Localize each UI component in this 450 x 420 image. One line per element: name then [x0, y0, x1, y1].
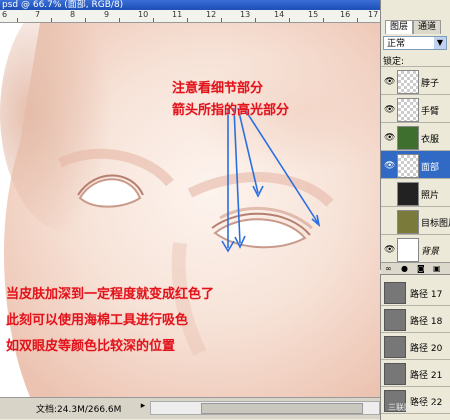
paths-panel: 路径 17 路径 18 路径 20 路径 21 路径 22 — [380, 274, 450, 420]
eye-icon[interactable]: 👁 — [384, 245, 395, 255]
ruler-number: 10 — [138, 10, 149, 19]
layer-row[interactable]: 目标图片 — [381, 206, 450, 235]
layers-panel: 图层 通道 正常 ▼ 锁定: 👁 脖子 👁 手臂 👁 衣服 👁 面部 照片 目标… — [380, 0, 450, 275]
tab-channels[interactable]: 通道 — [413, 20, 441, 34]
blend-mode-select[interactable]: 正常 ▼ — [383, 36, 447, 50]
eye-icon[interactable]: 👁 — [384, 77, 395, 87]
layer-name: 照片 — [421, 191, 440, 201]
ruler-number: 6 — [2, 10, 8, 19]
layer-name: 目标图片 — [421, 219, 450, 229]
layer-row-active[interactable]: 👁 面部 — [381, 150, 450, 179]
status-bar: 文档:24.3M/266.6M ▸ — [0, 397, 380, 419]
mask-icon[interactable]: ◙ — [417, 264, 425, 273]
tab-layers[interactable]: 图层 — [385, 20, 413, 34]
status-menu-arrow-icon[interactable]: ▸ — [138, 401, 148, 413]
image-canvas[interactable]: 注意看细节部分 箭头所指的高光部分 当皮肤加深到一定程度就变成红色了 此刻可以使… — [0, 23, 380, 397]
layer-row[interactable]: 👁 衣服 — [381, 122, 450, 151]
path-name: 路径 18 — [410, 317, 443, 327]
document-size-readout: 文档:24.3M/266.6M — [36, 405, 122, 415]
annotation-bottom-line1: 当皮肤加深到一定程度就变成红色了 — [6, 287, 215, 302]
path-name: 路径 20 — [410, 344, 443, 354]
path-row[interactable]: 路径 17 — [381, 279, 450, 306]
path-name: 路径 21 — [410, 371, 443, 381]
ruler-number: 8 — [70, 10, 76, 19]
layer-thumbnail — [397, 70, 419, 94]
layer-row[interactable]: 👁 背景 — [381, 234, 450, 263]
path-row[interactable]: 路径 21 — [381, 360, 450, 387]
eye-icon[interactable]: 👁 — [384, 105, 395, 115]
layer-thumbnail — [397, 238, 419, 262]
watermark: 三联网 3LIAN.COM — [388, 403, 450, 412]
chevron-down-icon[interactable]: ▼ — [434, 37, 446, 49]
fx-icon[interactable]: ● — [401, 264, 408, 273]
document-window: psd @ 66.7% (面部, RGB/8) 6 7 8 9 10 11 12… — [0, 0, 380, 419]
ruler-number: 15 — [308, 10, 319, 19]
layer-name: 手臂 — [421, 107, 440, 117]
layer-name: 脖子 — [421, 79, 440, 89]
annotation-bottom-line2: 此刻可以使用海棉工具进行吸色 — [6, 313, 189, 328]
path-name: 路径 17 — [410, 290, 443, 300]
layer-name: 衣服 — [421, 135, 440, 145]
link-icon[interactable]: ∞ — [385, 264, 392, 273]
ruler-number: 7 — [35, 10, 41, 19]
document-title[interactable]: psd @ 66.7% (面部, RGB/8) — [0, 0, 380, 10]
annotation-top-line2: 箭头所指的高光部分 — [172, 103, 290, 118]
layer-row[interactable]: 照片 — [381, 178, 450, 207]
path-thumbnail — [384, 282, 406, 304]
annotation-top-line1: 注意看细节部分 — [172, 81, 264, 96]
layer-row[interactable]: 👁 手臂 — [381, 94, 450, 123]
ruler-number: 16 — [340, 10, 351, 19]
scrollbar-thumb[interactable] — [201, 403, 363, 414]
new-layer-icon[interactable]: ▣ — [433, 264, 441, 273]
layer-thumbnail — [397, 126, 419, 150]
annotation-bottom-line3: 如双眼皮等颜色比较深的位置 — [6, 339, 176, 354]
layer-thumbnail — [397, 98, 419, 122]
ruler-number: 9 — [104, 10, 110, 19]
path-thumbnail — [384, 336, 406, 358]
horizontal-scrollbar[interactable] — [150, 401, 380, 415]
path-thumbnail — [384, 363, 406, 385]
layer-thumbnail — [397, 210, 419, 234]
path-thumbnail — [384, 309, 406, 331]
layer-name: 面部 — [421, 163, 440, 173]
layer-thumbnail — [397, 154, 419, 178]
ruler-number: 13 — [240, 10, 251, 19]
ruler-number: 14 — [274, 10, 285, 19]
ruler-number: 17 — [368, 10, 379, 19]
layer-row[interactable]: 👁 脖子 — [381, 66, 450, 95]
ruler-number: 12 — [206, 10, 217, 19]
eye-icon[interactable]: 👁 — [384, 133, 395, 143]
layer-name: 背景 — [421, 247, 440, 257]
path-row[interactable]: 路径 20 — [381, 333, 450, 360]
blend-mode-value: 正常 — [387, 39, 406, 49]
layer-thumbnail — [397, 182, 419, 206]
horizontal-ruler: 6 7 8 9 10 11 12 13 14 15 16 17 — [0, 10, 380, 23]
ruler-number: 11 — [172, 10, 183, 19]
path-row[interactable]: 路径 18 — [381, 306, 450, 333]
eye-icon[interactable]: 👁 — [384, 161, 395, 171]
